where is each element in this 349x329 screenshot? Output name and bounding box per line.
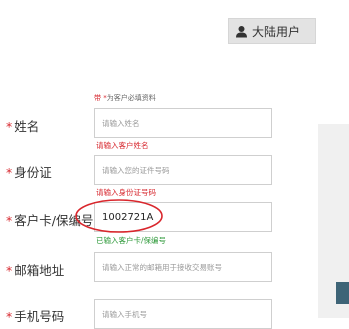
name-error: 请输入客户姓名 xyxy=(96,141,149,150)
user-icon xyxy=(236,25,247,37)
customer-card-message: 已输入客户卡/保编号 xyxy=(96,236,167,245)
mainland-user-tab[interactable]: 大陆用户 xyxy=(228,18,316,44)
required-note-star: 带 * xyxy=(94,94,107,102)
required-asterisk: * xyxy=(6,213,13,228)
side-button[interactable] xyxy=(336,282,349,304)
name-label: * 姓名 xyxy=(6,119,40,134)
required-asterisk: * xyxy=(6,119,13,134)
name-input[interactable]: 请输入姓名 xyxy=(94,108,272,138)
id-card-label: * 身份证 xyxy=(6,165,52,180)
required-note-text: 为客户必填资料 xyxy=(106,94,156,102)
id-card-input[interactable]: 请输入您的证件号码 xyxy=(94,155,272,185)
phone-label: * 手机号码 xyxy=(6,309,65,324)
phone-input[interactable]: 请输入手机号 xyxy=(94,299,272,329)
customer-card-input[interactable]: 1002721A xyxy=(94,202,272,232)
customer-card-label: * 客户卡/保编号 xyxy=(6,213,94,228)
mainland-user-label: 大陆用户 xyxy=(252,24,301,39)
id-card-error: 请输入身份证号码 xyxy=(96,188,156,197)
email-label: * 邮箱地址 xyxy=(6,263,65,278)
email-input[interactable]: 请输入正常的邮箱用于接收交易账号 xyxy=(94,252,272,282)
required-asterisk: * xyxy=(6,263,13,278)
required-note: 带 *为客户必填资料 xyxy=(94,93,156,103)
required-asterisk: * xyxy=(6,165,13,180)
required-asterisk: * xyxy=(6,309,13,324)
